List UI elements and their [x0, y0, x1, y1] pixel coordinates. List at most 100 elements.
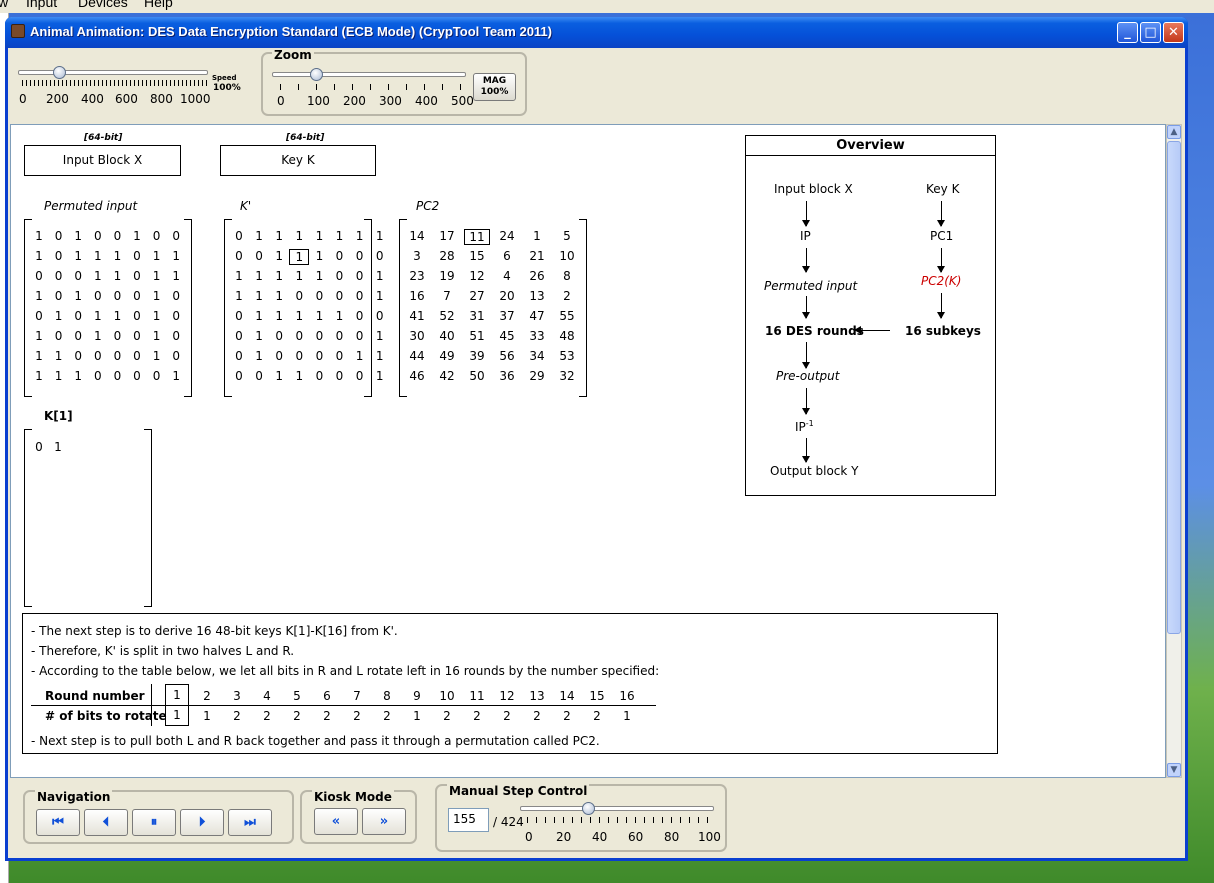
k-prime-cell: 1: [275, 229, 283, 243]
permuted-input-cell: 0: [172, 329, 180, 343]
permuted-input-cell: 0: [93, 369, 102, 383]
step-input[interactable]: 155: [448, 808, 489, 832]
k-prime-cell: 1: [315, 249, 324, 263]
pc2-cell: 47: [529, 309, 545, 323]
window-title: Animal Animation: DES Data Encryption St…: [30, 24, 552, 39]
pc2-cell: 10: [559, 249, 575, 263]
pc2-cell: 51: [469, 329, 485, 343]
k1-cell: 1: [54, 440, 62, 454]
overview-key: Key K: [926, 182, 960, 196]
scroll-up-icon[interactable]: ▲: [1167, 125, 1181, 139]
close-button[interactable]: ✕: [1163, 22, 1184, 43]
k-prime-cell: 0: [355, 329, 364, 343]
description-line: - According to the table below, we let a…: [31, 664, 660, 678]
scroll-down-icon[interactable]: ▼: [1167, 763, 1181, 777]
title-bar[interactable]: Animal Animation: DES Data Encryption St…: [5, 17, 1188, 48]
previous-step-button[interactable]: ⏴: [84, 809, 128, 836]
k-prime-cell: 1: [295, 309, 304, 323]
permuted-input-cell: 1: [113, 309, 122, 323]
permuted-input-cell: 0: [35, 269, 43, 283]
k-prime-cell: 0: [335, 269, 344, 283]
k-prime-cell: 0: [375, 249, 384, 263]
arrow-down-icon: [937, 248, 945, 273]
k-prime-cell: 1: [295, 229, 304, 243]
menu-item-devices[interactable]: Devices: [78, 0, 128, 9]
step-tick-label: 60: [628, 830, 644, 844]
kiosk-rewind-button[interactable]: «: [314, 808, 358, 835]
permuted-input-cell: 1: [54, 369, 63, 383]
mag-label: MAG: [482, 76, 507, 86]
overview-pre-output: Pre-output: [776, 369, 840, 383]
step-tick-label: 0: [525, 830, 533, 844]
kiosk-forward-button[interactable]: »: [362, 808, 406, 835]
k-prime-cell: 0: [295, 289, 304, 303]
input-block-size-tag: [64-bit]: [84, 133, 123, 143]
step-slider-track[interactable]: [520, 806, 714, 811]
overview-output-block: Output block Y: [770, 464, 859, 478]
overview-input-block: Input block X: [774, 182, 853, 196]
pc2-cell: 39: [469, 349, 485, 363]
k-prime-cell: 1: [275, 369, 283, 383]
permuted-input-cell: 0: [113, 289, 122, 303]
speed-tick-label: 800: [150, 92, 173, 106]
k-prime-cell: 1: [335, 229, 344, 243]
speed-slider-track[interactable]: [18, 70, 208, 75]
speed-slider-knob[interactable]: [52, 66, 66, 79]
bits-to-rotate-cell: 1: [203, 709, 211, 723]
vertical-scrollbar[interactable]: ▲ ▼: [1166, 124, 1182, 778]
description-line: - Therefore, K' is split in two halves L…: [31, 644, 295, 658]
pc2-cell: 12: [469, 269, 485, 283]
k-prime-cell: 1: [375, 329, 384, 343]
table-divider: [31, 705, 656, 706]
scrollbar-thumb[interactable]: [1167, 141, 1181, 634]
overview-permuted-input: Permuted input: [764, 279, 858, 293]
k-prime-cell: 0: [235, 369, 243, 383]
permuted-input-title: Permuted input: [44, 199, 138, 213]
permuted-input-cell: 1: [93, 269, 102, 283]
k-prime-cell: 1: [375, 269, 384, 283]
k-prime-cell: 1: [235, 269, 243, 283]
zoom-slider-track[interactable]: [272, 72, 466, 77]
permuted-input-cell: 1: [93, 309, 102, 323]
zoom-tick-label: 0: [277, 94, 285, 108]
round-number-cell: 4: [263, 689, 271, 703]
menu-item-input[interactable]: Input: [26, 0, 57, 9]
description-line: - The next step is to derive 16 48-bit k…: [31, 624, 398, 638]
bits-to-rotate-cell: 2: [503, 709, 511, 723]
arrow-down-icon: [937, 201, 945, 227]
menu-item-w[interactable]: w: [0, 0, 8, 9]
manual-step-title: Manual Step Control: [447, 784, 590, 798]
permuted-input-cell: 1: [93, 329, 102, 343]
round-number-cell: 15: [589, 689, 605, 703]
mag-button[interactable]: MAG 100%: [473, 73, 516, 101]
k-prime-cell: 1: [235, 289, 243, 303]
zoom-slider-knob[interactable]: [310, 68, 323, 81]
pc2-cell: 52: [439, 309, 455, 323]
permuted-input-cell: 0: [113, 349, 122, 363]
menu-item-help[interactable]: Help: [144, 0, 173, 9]
speed-tick-label: 400: [81, 92, 104, 106]
permuted-input-cell: 0: [54, 329, 63, 343]
round-number-cell: 2: [203, 689, 211, 703]
permuted-input-cell: 0: [74, 349, 82, 363]
permuted-input-cell: 0: [172, 289, 180, 303]
bits-to-rotate-cell: 2: [533, 709, 541, 723]
last-step-button[interactable]: ⏭: [228, 809, 272, 836]
zoom-title: Zoom: [272, 48, 314, 62]
minimize-button[interactable]: _: [1117, 22, 1138, 43]
round-number-cell: 3: [233, 689, 241, 703]
permuted-input-cell: 1: [74, 289, 82, 303]
k-prime-cell: 1: [255, 349, 263, 363]
permuted-input-cell: 1: [35, 229, 43, 243]
k-prime-cell: 0: [335, 289, 344, 303]
first-step-button[interactable]: ⏮: [36, 809, 80, 836]
key-box: Key K: [220, 145, 376, 176]
speed-value: 100%: [213, 83, 241, 93]
pc2-cell: 24: [499, 229, 515, 243]
pc2-cell: 56: [499, 349, 515, 363]
k-prime-cell: 0: [315, 329, 324, 343]
pause-button[interactable]: ⏸: [132, 809, 176, 836]
next-step-button[interactable]: ⏵: [180, 809, 224, 836]
step-slider-knob[interactable]: [581, 802, 595, 815]
maximize-button[interactable]: □: [1140, 22, 1161, 43]
